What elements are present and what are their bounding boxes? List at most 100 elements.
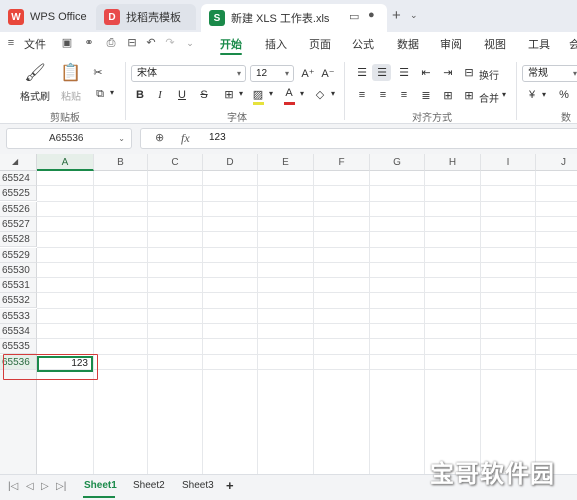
prev-sheet-icon[interactable]: ◁ bbox=[26, 481, 34, 492]
row-header-65525[interactable]: 65525 bbox=[0, 186, 37, 202]
italic-icon[interactable]: I bbox=[152, 89, 168, 101]
increase-indent-icon[interactable]: ⇥ bbox=[440, 66, 456, 79]
font-color-swatch bbox=[284, 102, 295, 105]
print-icon[interactable]: ⎙ bbox=[104, 36, 118, 50]
column-header-j[interactable]: J bbox=[536, 154, 577, 171]
align-center-icon[interactable]: ≡ bbox=[375, 89, 391, 101]
wrap-text-label[interactable]: 换行 bbox=[479, 67, 499, 82]
share-link-icon[interactable]: ⚭ bbox=[82, 36, 96, 50]
tab-page[interactable]: 页面 bbox=[309, 36, 331, 52]
row-header-65530[interactable]: 65530 bbox=[0, 262, 37, 278]
column-header-b[interactable]: B bbox=[94, 154, 148, 171]
tab-view[interactable]: 视图 bbox=[484, 36, 506, 52]
copy-dropdown-chevron-icon[interactable]: ▾ bbox=[104, 88, 120, 97]
wrap-text-icon[interactable]: ⊟ bbox=[461, 66, 477, 79]
font-size-select[interactable]: 12 ▾ bbox=[250, 65, 294, 82]
monitor-icon[interactable]: ▭ bbox=[349, 10, 359, 23]
paste-button[interactable]: 📋 粘贴 bbox=[56, 64, 86, 104]
tab-docer-templates[interactable]: D 找稻壳模板 bbox=[96, 4, 196, 30]
name-box[interactable]: A65536 ⌄ bbox=[6, 128, 132, 149]
last-sheet-icon[interactable]: ▷| bbox=[56, 481, 66, 492]
row-header-65524[interactable]: 65524 bbox=[0, 171, 37, 186]
sheet-tab-sheet3[interactable]: Sheet3 bbox=[182, 480, 214, 491]
tab-member[interactable]: 会 bbox=[569, 36, 577, 52]
font-color-chevron-icon[interactable]: ▾ bbox=[294, 89, 310, 98]
spreadsheet-grid[interactable]: ◢ ABCDEFGHIJ 65524 65525 65526 65527 65528 65… bbox=[0, 154, 577, 474]
tab-dot-icon[interactable]: ● bbox=[368, 9, 375, 21]
tab-formulas[interactable]: 公式 bbox=[352, 36, 374, 52]
format-painter-button[interactable]: 🖌 格式刷 bbox=[18, 64, 52, 104]
merge-cells-icon[interactable]: ⊞ bbox=[461, 89, 477, 102]
row-header-65533[interactable]: 65533 bbox=[0, 308, 37, 324]
tab-tools[interactable]: 工具 bbox=[528, 36, 550, 52]
column-header-f[interactable]: F bbox=[314, 154, 370, 171]
fill-color-chevron-icon[interactable]: ▾ bbox=[263, 89, 279, 98]
column-header-d[interactable]: D bbox=[203, 154, 258, 171]
file-menu[interactable]: 文件 bbox=[24, 36, 46, 52]
sheet-tab-sheet1[interactable]: Sheet1 bbox=[84, 480, 117, 491]
tab-label: 找稻壳模板 bbox=[126, 12, 181, 24]
row-header-65531[interactable]: 65531 bbox=[0, 278, 37, 294]
tab-review[interactable]: 审阅 bbox=[440, 36, 462, 52]
redo-icon[interactable]: ↷ bbox=[163, 36, 177, 50]
undo-icon[interactable]: ↶ bbox=[144, 36, 158, 50]
column-header-e[interactable]: E bbox=[258, 154, 314, 171]
row-header-65527[interactable]: 65527 bbox=[0, 216, 37, 232]
tab-wps-office[interactable]: W WPS Office bbox=[0, 4, 92, 30]
grid-row-line bbox=[37, 215, 577, 217]
underline-icon[interactable]: U bbox=[174, 89, 190, 101]
row-header-65526[interactable]: 65526 bbox=[0, 201, 37, 217]
row-header-65528[interactable]: 65528 bbox=[0, 232, 37, 248]
column-header-i[interactable]: I bbox=[481, 154, 536, 171]
bold-icon[interactable]: B bbox=[132, 89, 148, 101]
column-header-c[interactable]: C bbox=[148, 154, 203, 171]
row-header-65532[interactable]: 65532 bbox=[0, 293, 37, 309]
align-right-icon[interactable]: ≡ bbox=[396, 89, 412, 101]
print-preview-icon[interactable]: ⊟ bbox=[125, 36, 139, 50]
align-middle-icon[interactable]: ☰ bbox=[374, 66, 390, 79]
row-header-65535[interactable]: 65535 bbox=[0, 339, 37, 355]
first-sheet-icon[interactable]: |◁ bbox=[8, 481, 18, 492]
formula-input[interactable]: ⊕ fx 123 bbox=[140, 128, 577, 149]
fx-label[interactable]: fx bbox=[181, 131, 190, 146]
decrease-font-icon[interactable]: A⁻ bbox=[320, 67, 336, 80]
percent-format-icon[interactable]: % bbox=[556, 89, 572, 101]
strikethrough-icon[interactable]: S bbox=[196, 89, 212, 101]
row-header-65534[interactable]: 65534 bbox=[0, 324, 37, 339]
column-header-h[interactable]: H bbox=[425, 154, 481, 171]
add-sheet-button[interactable]: + bbox=[226, 478, 234, 493]
currency-chevron-icon[interactable]: ▾ bbox=[536, 90, 552, 99]
merge-chevron-icon[interactable]: ▾ bbox=[496, 90, 512, 99]
column-header-g[interactable]: G bbox=[370, 154, 425, 171]
justify-icon[interactable]: ≣ bbox=[418, 89, 434, 102]
next-sheet-icon[interactable]: ▷ bbox=[41, 481, 49, 492]
borders-chevron-icon[interactable]: ▾ bbox=[233, 89, 249, 98]
number-format-value: 常规 bbox=[528, 68, 548, 79]
decrease-indent-icon[interactable]: ⇤ bbox=[418, 66, 434, 79]
align-bottom-icon[interactable]: ☰ bbox=[396, 66, 412, 79]
align-top-icon[interactable]: ☰ bbox=[354, 66, 370, 79]
new-tab-button[interactable]: + bbox=[392, 7, 401, 24]
sheet-tab-sheet2[interactable]: Sheet2 bbox=[133, 480, 165, 491]
tab-insert[interactable]: 插入 bbox=[265, 36, 287, 52]
increase-font-icon[interactable]: A⁺ bbox=[300, 67, 316, 80]
font-size-value: 12 bbox=[256, 68, 268, 79]
clear-format-chevron-icon[interactable]: ▾ bbox=[325, 89, 341, 98]
quick-access-chevron-icon[interactable]: ⌄ bbox=[183, 36, 197, 50]
select-all-corner[interactable]: ◢ bbox=[0, 154, 37, 171]
font-name-select[interactable]: 宋体 ▾ bbox=[131, 65, 246, 82]
cut-icon[interactable]: ✂ bbox=[90, 66, 106, 79]
save-icon[interactable]: ▣ bbox=[60, 36, 74, 50]
zoom-lookup-icon[interactable]: ⊕ bbox=[155, 131, 164, 144]
align-left-icon[interactable]: ≡ bbox=[354, 89, 370, 101]
number-format-select[interactable]: 常规 ▾ bbox=[522, 65, 577, 82]
tab-home[interactable]: 开始 bbox=[220, 36, 242, 52]
column-header-a[interactable]: A bbox=[37, 154, 94, 171]
tab-current-document[interactable]: S 新建 XLS 工作表.xls ▭ ● bbox=[201, 4, 387, 32]
distributed-icon[interactable]: ⊞ bbox=[440, 89, 456, 102]
hamburger-menu-icon[interactable]: ≡ bbox=[4, 36, 18, 50]
tab-list-chevron-icon[interactable]: ⌄ bbox=[410, 10, 418, 21]
paste-label: 粘贴 bbox=[61, 92, 81, 103]
tab-data[interactable]: 数据 bbox=[397, 36, 419, 52]
row-header-65529[interactable]: 65529 bbox=[0, 247, 37, 263]
